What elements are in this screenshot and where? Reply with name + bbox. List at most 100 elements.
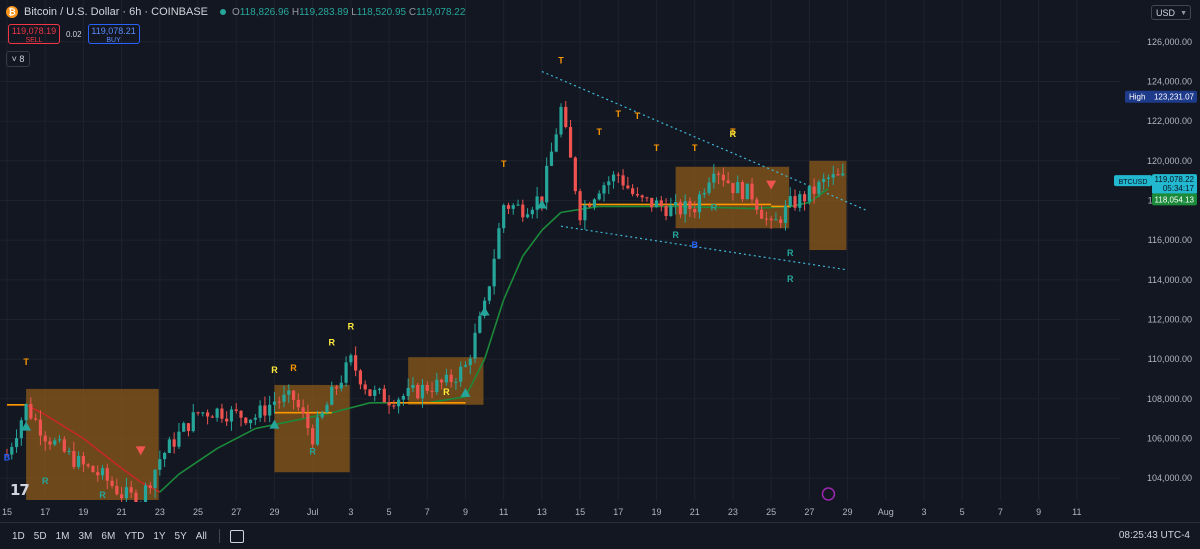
price-tick-label: 108,000.00 <box>1147 394 1192 404</box>
candle-body <box>449 374 453 382</box>
candle-body <box>220 408 224 419</box>
chart-grid <box>0 0 1120 500</box>
timeframe-ytd[interactable]: YTD <box>124 531 144 542</box>
symbol-title[interactable]: Bitcoin / U.S. Dollar · 6h · COINBASE <box>24 6 208 18</box>
candle-body <box>697 194 702 213</box>
candle-body <box>745 183 749 200</box>
candle-body <box>650 197 654 208</box>
candle-body <box>205 412 210 417</box>
time-tick-label: Jul <box>307 507 319 517</box>
symbol-header: ₿ Bitcoin / U.S. Dollar · 6h · COINBASE … <box>6 6 465 18</box>
candle-body <box>124 487 128 499</box>
candle-body <box>454 381 458 383</box>
candle-body <box>96 472 100 476</box>
timeframe-6m[interactable]: 6M <box>101 531 115 542</box>
candle-body <box>588 205 592 207</box>
close-value: 119,078.22 <box>416 6 466 18</box>
buy-label: BUY <box>106 37 121 44</box>
candle-body <box>807 186 811 202</box>
candle-body <box>263 405 267 416</box>
chevron-down-icon: ▼ <box>1180 10 1187 17</box>
candle-body <box>759 209 764 219</box>
candle-body <box>115 486 119 495</box>
candle-body <box>301 407 305 414</box>
bitcoin-logo-icon: ₿ <box>6 6 18 18</box>
timeframe-1y[interactable]: 1Y <box>153 531 165 542</box>
candle-body <box>736 181 740 194</box>
candle-body <box>621 175 625 186</box>
candle-body <box>769 218 773 221</box>
range-box <box>809 160 847 251</box>
candle-body <box>549 151 554 166</box>
candle-body <box>635 194 640 196</box>
signal-label: R <box>348 321 355 331</box>
time-axis[interactable]: 15 17 19 21 23 25 27 29 Jul 3 5 7 9 11 13 15 17 19 21 23 25 2… <box>0 502 1120 522</box>
timeframe-3m[interactable]: 3M <box>79 531 93 542</box>
candle-body <box>487 286 491 301</box>
candle-body <box>148 485 152 488</box>
buy-button[interactable]: 119,078.21 BUY <box>87 24 140 44</box>
candle-body <box>392 405 396 407</box>
sell-button[interactable]: 119,078.19 SELL <box>8 24 60 44</box>
candle-body <box>416 384 420 399</box>
candle-body <box>272 401 277 405</box>
buy-price: 119,078.21 <box>91 26 136 36</box>
candle-body <box>363 384 367 390</box>
candle-body <box>77 455 81 467</box>
candle-body <box>559 106 563 135</box>
signal-label: R <box>99 490 106 500</box>
timeframe-1d[interactable]: 1D <box>12 531 25 542</box>
signal-label: R <box>42 476 49 486</box>
candle-body <box>669 205 673 217</box>
candle-body <box>530 209 534 215</box>
candle-body <box>602 185 606 194</box>
timeframe-all[interactable]: All <box>196 531 207 542</box>
candle-body <box>306 413 310 429</box>
time-tick-label: 25 <box>193 507 203 517</box>
open-value: 118,826.96 <box>239 6 290 18</box>
price-tick-label: 110,000.00 <box>1148 354 1192 364</box>
time-tick-label: 25 <box>766 507 776 517</box>
candle-body <box>382 388 386 403</box>
candle-body <box>693 208 697 213</box>
candle-body <box>100 468 105 476</box>
ma-segment <box>502 255 524 300</box>
price-tick-label: 112,000.00 <box>1148 314 1192 324</box>
candle-body <box>817 181 821 194</box>
time-tick-label: 15 <box>2 507 12 517</box>
candle-body <box>53 440 57 445</box>
time-tick-label: 27 <box>804 507 814 517</box>
candle-body <box>674 202 678 206</box>
candle-body <box>731 182 735 194</box>
signal-label: T <box>558 56 564 66</box>
price-tick-label: 124,000.00 <box>1147 76 1192 86</box>
candle-body <box>592 199 597 207</box>
candle-body <box>239 410 243 418</box>
candle-body <box>707 182 711 193</box>
candle-body <box>373 390 377 396</box>
signal-label: R <box>787 248 794 258</box>
time-tick-label: 29 <box>269 507 279 517</box>
time-tick-label: 23 <box>728 507 738 517</box>
ohlc-values: O118,826.96 H119,283.89 L118,520.95 C119… <box>232 6 466 18</box>
timeframe-5d[interactable]: 5D <box>34 531 47 542</box>
candle-body <box>268 404 272 416</box>
candle-body <box>645 197 649 199</box>
candle-body <box>497 228 501 259</box>
currency-select[interactable]: ▼ USD <box>1151 5 1191 20</box>
timeframe-5y[interactable]: 5Y <box>175 531 187 542</box>
time-tick-label: 5 <box>960 507 965 517</box>
candle-body <box>287 390 291 395</box>
utc-clock[interactable]: 08:25:43 UTC-4 <box>1119 530 1190 541</box>
indicators-toggle-button[interactable]: ˅ 8 <box>6 51 30 67</box>
calendar-icon[interactable] <box>229 529 244 543</box>
price-axis[interactable]: 126,000.00 124,000.00 122,000.00 120,000.00… <box>1114 0 1200 522</box>
price-chart[interactable]: TBRRR RRRRRTTTT TT TRBRTRRR 126,000.00124,0… <box>0 0 1200 522</box>
ma-segment <box>159 473 180 493</box>
candle-body <box>320 412 324 418</box>
price-tick-label: 116,000.00 <box>1148 235 1192 245</box>
candle-body <box>38 419 43 436</box>
candle-body <box>750 183 754 200</box>
timeframe-1m[interactable]: 1M <box>56 531 70 542</box>
candle-body <box>822 178 826 182</box>
